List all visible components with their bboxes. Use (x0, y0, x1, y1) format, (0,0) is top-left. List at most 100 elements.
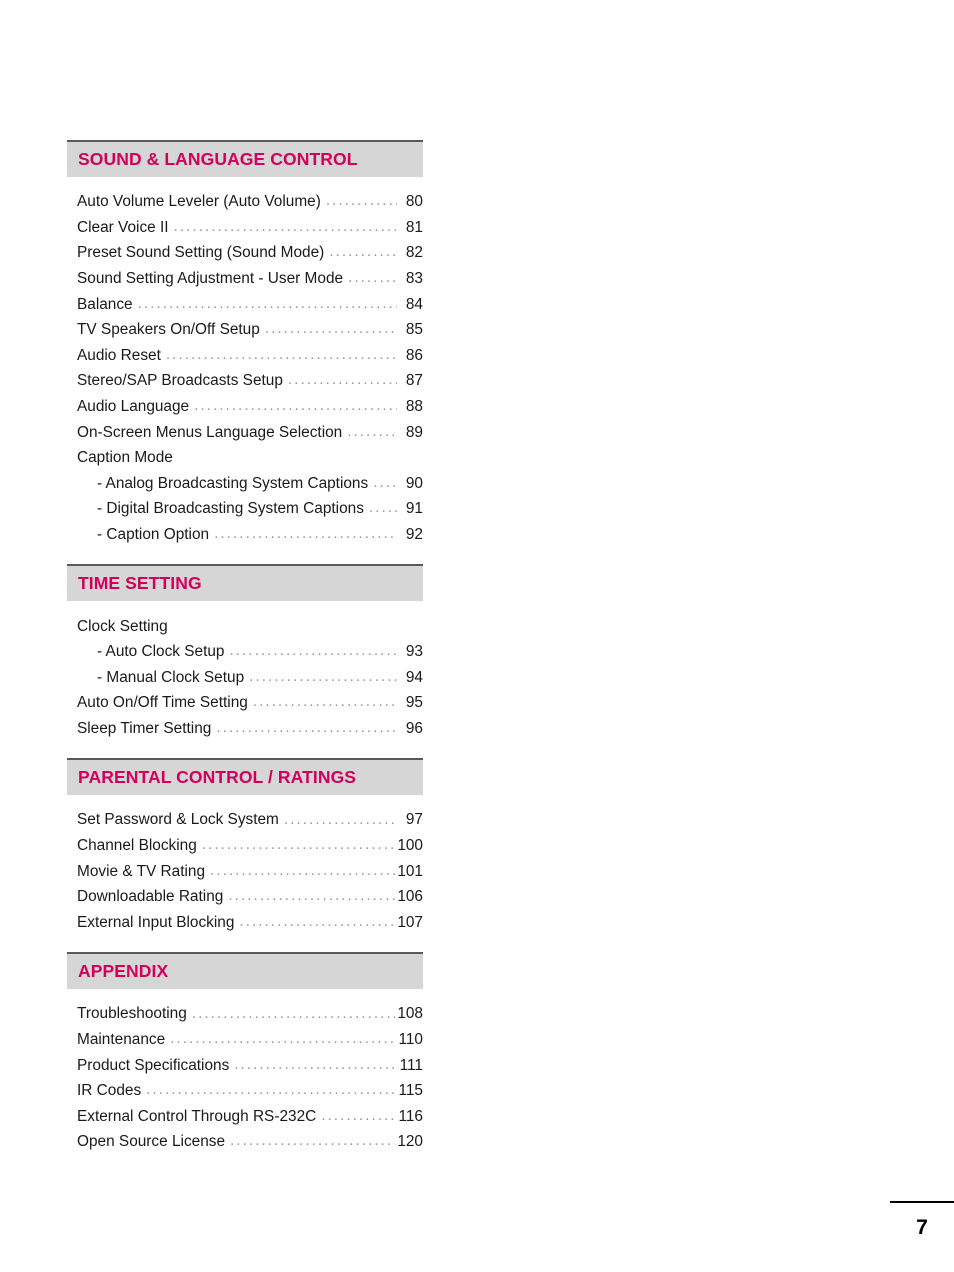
toc-entry[interactable]: External Control Through RS-232C 116 (67, 1099, 423, 1125)
toc-dot-leader (170, 1032, 396, 1047)
toc-entry[interactable]: TV Speakers On/Off Setup 85 (67, 312, 423, 338)
toc-entry[interactable]: Auto On/Off Time Setting 95 (67, 685, 423, 711)
toc-entry-label: Clock Setting (77, 617, 168, 635)
toc-entry[interactable]: Balance 84 (67, 286, 423, 312)
toc-entry-list: Auto Volume Leveler (Auto Volume)80Clear… (67, 177, 423, 543)
toc-entry[interactable]: IR Codes 115 (67, 1073, 423, 1099)
toc-entry-label: External Input Blocking (77, 913, 235, 931)
toc-entry[interactable]: Sound Setting Adjustment - User Mode 83 (67, 261, 423, 287)
toc-entry-page-number: 96 (405, 719, 423, 737)
toc-entry[interactable]: Movie & TV Rating 101 (67, 853, 423, 879)
toc-dot-leader (173, 619, 397, 634)
toc-entry-label: Stereo/SAP Broadcasts Setup (77, 372, 283, 390)
toc-entry[interactable]: On-Screen Menus Language Selection 89 (67, 414, 423, 440)
toc-entry[interactable]: Clock Setting (67, 608, 423, 634)
toc-entry-label: - Caption Option (97, 525, 210, 543)
toc-section: PARENTAL CONTROL / RATINGS Set Password &… (67, 758, 423, 930)
toc-entry-page-number: 89 (405, 423, 423, 441)
toc-dot-leader (265, 322, 397, 337)
footer-divider (890, 1201, 954, 1203)
toc-entry[interactable]: Preset Sound Setting (Sound Mode) 82 (67, 235, 423, 261)
toc-dot-leader (210, 864, 395, 879)
toc-entry[interactable]: - Caption Option 92 (67, 517, 423, 543)
toc-entry[interactable]: Channel Blocking 100 (67, 828, 423, 854)
toc-entry[interactable]: Audio Language 88 (67, 389, 423, 415)
toc-entry-label: Balance (77, 295, 133, 313)
toc-entry[interactable]: Audio Reset 86 (67, 338, 423, 364)
toc-dot-leader (321, 1109, 396, 1124)
toc-entry-page-number: 108 (397, 1005, 423, 1023)
toc-dot-leader (174, 220, 397, 235)
toc-entry[interactable]: Stereo/SAP Broadcasts Setup 87 (67, 363, 423, 389)
toc-entry-page-number: 81 (405, 218, 423, 236)
toc-entry-label: On-Screen Menus Language Selection (77, 423, 343, 441)
toc-dot-leader (146, 1083, 396, 1098)
toc-section-header: PARENTAL CONTROL / RATINGS (67, 758, 423, 796)
toc-entry[interactable]: Set Password & Lock System 97 (67, 802, 423, 828)
toc-entry-page-number: 97 (405, 811, 423, 829)
toc-entry-page-number: 111 (399, 1056, 423, 1074)
toc-dot-leader (234, 1058, 397, 1073)
toc-section-title: TIME SETTING (78, 573, 202, 594)
toc-entry-label: Set Password & Lock System (77, 811, 279, 829)
toc-entry[interactable]: - Auto Clock Setup 93 (67, 634, 423, 660)
toc-entry[interactable]: Auto Volume Leveler (Auto Volume) 80 (67, 184, 423, 210)
toc-entry[interactable]: - Digital Broadcasting System Captions 91 (67, 491, 423, 517)
toc-entry-page-number: 116 (398, 1107, 423, 1125)
table-of-contents: SOUND & LANGUAGE CONTROL Auto Volume Leve… (67, 140, 423, 1150)
toc-entry-label: Auto Volume Leveler (Auto Volume) (77, 193, 321, 211)
toc-entry-page-number: 85 (405, 321, 423, 339)
toc-entry[interactable]: Clear Voice II 81 (67, 210, 423, 236)
toc-page: SOUND & LANGUAGE CONTROL Auto Volume Leve… (0, 0, 954, 1272)
toc-entry-page-number: 83 (405, 269, 423, 287)
toc-dot-leader (178, 450, 397, 465)
toc-section: TIME SETTING Clock Setting - Auto Clock Se… (67, 564, 423, 736)
toc-entry[interactable]: Maintenance 110 (67, 1022, 423, 1048)
toc-entry[interactable]: Troubleshooting 108 (67, 996, 423, 1022)
toc-entry[interactable]: Sleep Timer Setting 96 (67, 711, 423, 737)
toc-entry[interactable]: Downloadable Rating 106 (67, 879, 423, 905)
toc-section: APPENDIX Troubleshooting 108 Maintenance 110… (67, 952, 423, 1150)
toc-entry-label: - Manual Clock Setup (97, 668, 245, 686)
toc-section: SOUND & LANGUAGE CONTROL Auto Volume Leve… (67, 140, 423, 542)
toc-entry-label: Sound Setting Adjustment - User Mode (77, 269, 344, 287)
toc-entry[interactable]: - Analog Broadcasting System Captions 90 (67, 466, 423, 492)
toc-dot-leader (348, 271, 397, 286)
toc-section-title: SOUND & LANGUAGE CONTROL (78, 148, 358, 169)
toc-entry-page-number: 93 (405, 643, 423, 661)
toc-entry[interactable]: Product Specifications 111 (67, 1047, 423, 1073)
toc-entry-label: Preset Sound Setting (Sound Mode) (77, 244, 325, 262)
toc-section-header: APPENDIX (67, 952, 423, 990)
toc-dot-leader (369, 501, 397, 516)
toc-entry-list: Troubleshooting108Maintenance110Product … (67, 989, 423, 1150)
toc-dot-leader (284, 812, 397, 827)
toc-entry-label: Downloadable Rating (77, 888, 224, 906)
toc-entry[interactable]: - Manual Clock Setup 94 (67, 660, 423, 686)
toc-section-title: APPENDIX (78, 961, 169, 981)
toc-dot-leader (229, 644, 397, 659)
toc-section-title: PARENTAL CONTROL / RATINGS (78, 767, 357, 788)
toc-section-header: TIME SETTING (67, 564, 423, 602)
toc-entry-list: Clock Setting- Auto Clock Setup93- Manua… (67, 601, 423, 736)
toc-dot-leader (253, 695, 397, 710)
toc-entry-page-number: 90 (405, 474, 423, 492)
toc-entry-label: Product Specifications (77, 1056, 230, 1074)
toc-entry[interactable]: Open Source License 120 (67, 1124, 423, 1150)
toc-entry-label: Auto On/Off Time Setting (77, 694, 248, 712)
toc-entry-page-number: 115 (398, 1082, 423, 1100)
toc-section-header: SOUND & LANGUAGE CONTROL (67, 140, 423, 177)
toc-entry-label: Movie & TV Rating (77, 862, 206, 880)
toc-entry-label: Clear Voice II (77, 218, 169, 236)
toc-entry-label: Troubleshooting (77, 1005, 187, 1023)
toc-entry-label: Audio Language (77, 397, 190, 415)
toc-entry-label: - Analog Broadcasting System Captions (97, 474, 369, 492)
toc-entry-label: - Digital Broadcasting System Captions (97, 500, 364, 518)
toc-entry-page-number: 120 (397, 1133, 423, 1151)
toc-dot-leader (326, 194, 397, 209)
toc-dot-leader (329, 245, 397, 260)
toc-entry[interactable]: External Input Blocking 107 (67, 905, 423, 931)
toc-entry-label: Audio Reset (77, 346, 161, 364)
toc-dot-leader (216, 721, 397, 736)
toc-entry[interactable]: Caption Mode (67, 440, 423, 466)
toc-entry-label: TV Speakers On/Off Setup (77, 321, 260, 339)
